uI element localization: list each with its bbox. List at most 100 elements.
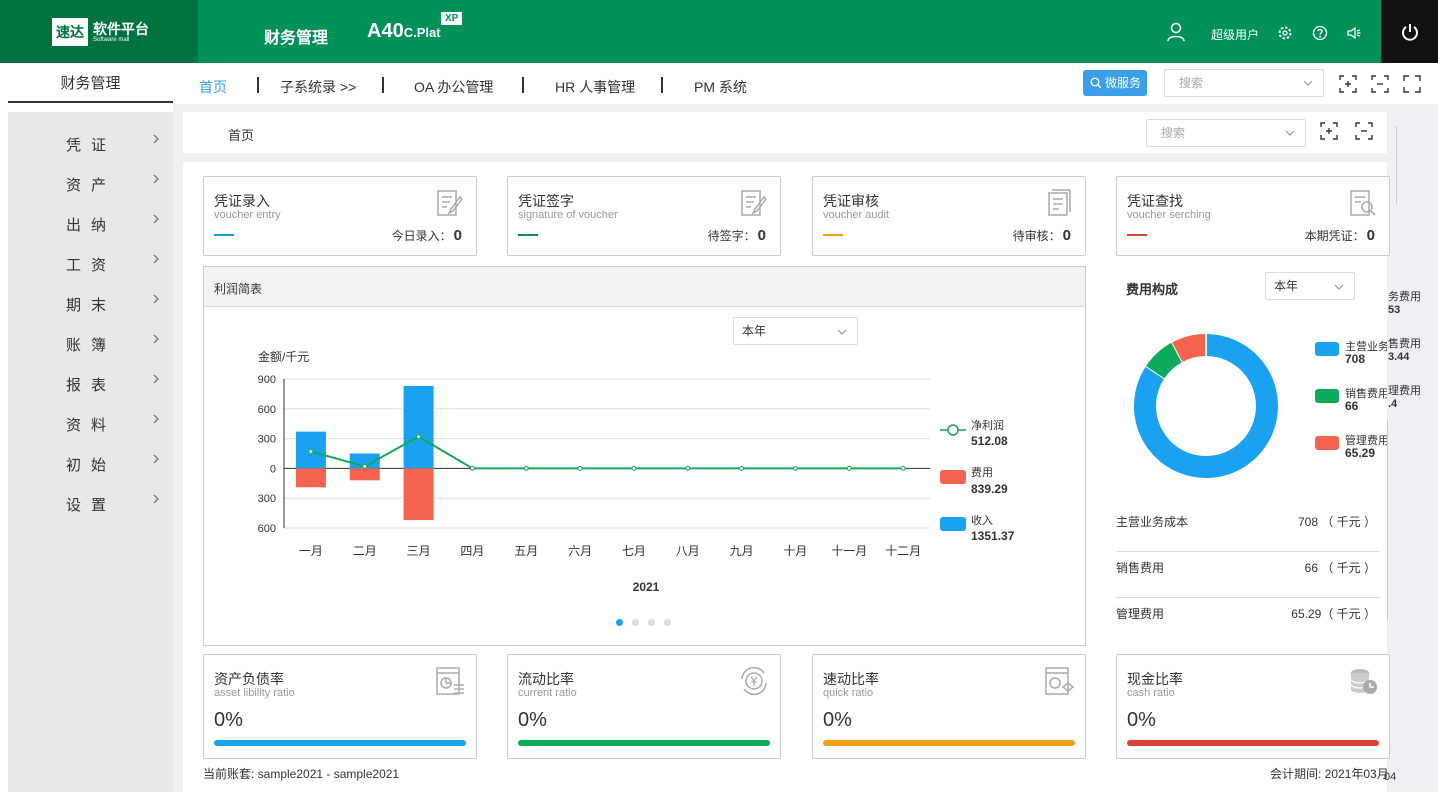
logo[interactable]: 速达 软件平台 Software mall [0,0,198,63]
y-tick-label: 0 [270,463,276,475]
donut-slice[interactable] [1146,342,1183,379]
overflow-text: 理费用 [1388,385,1421,397]
page-search-select[interactable]: 搜索 [1146,119,1306,147]
carousel-dot[interactable] [664,619,671,626]
card-voucher-entry[interactable]: 凭证录入 voucher entry 今日录入： 0 [203,176,477,256]
power-button[interactable] [1381,0,1438,63]
nav-home[interactable]: 首页 [199,77,227,97]
card-asset-liability-ratio[interactable]: 资产负债率 asset libility ratio 0% [203,654,477,759]
sidebar-item-label: 初始 [66,457,117,474]
nav-oa[interactable]: OA 办公管理 [414,77,493,97]
expense-row-value: 65.29（ 千元 ） [1291,607,1376,621]
nav-pm[interactable]: PM 系统 [694,77,747,97]
legend-name: 费用 [971,466,993,479]
zoom-out-icon[interactable] [1355,122,1373,140]
expense-legend-item[interactable]: 销售费用 66 [1315,385,1387,415]
chevron-right-icon [153,214,159,224]
panel-header: 利润简表 [204,267,1085,307]
zoom-in-icon[interactable] [1339,75,1357,93]
sidebar-item-label: 工资 [66,257,117,274]
sidebar-item-label: 资料 [66,417,117,434]
legend-value: 1351.37 [971,529,1015,543]
carousel-dot[interactable] [648,619,655,626]
zoom-in-icon[interactable] [1320,122,1338,140]
sidebar-item-data[interactable]: 资料 [8,400,173,440]
sidebar-item-init[interactable]: 初始 [8,440,173,480]
card-current-ratio[interactable]: 流动比率 current ratio 0% [507,654,781,759]
sidebar-item-salary[interactable]: 工资 [8,240,173,280]
breadcrumb[interactable]: 首页 [228,125,254,144]
expense-legend-item[interactable]: 管理费用 65.29 [1315,432,1387,462]
top-search-select[interactable]: 搜索 [1164,69,1324,97]
ratio-value: 0% [214,709,243,731]
chevron-right-icon [153,414,159,424]
nav-hr[interactable]: HR 人事管理 [555,77,635,97]
x-tick-label: 十月 [783,544,807,558]
sidebar-item-period-end[interactable]: 期末 [8,280,173,320]
zoom-out-icon[interactable] [1371,75,1389,93]
brand-main: A40 [367,20,404,42]
card-cash-ratio[interactable]: 现金比率 cash ratio 0% [1116,654,1390,759]
sidebar-item-cashier[interactable]: 出纳 [8,200,173,240]
expense-row-name: 管理费用 [1116,607,1165,621]
card-count-value: 0 [1366,227,1375,244]
card-title: 凭证签字 [518,193,574,209]
card-count-value: 0 [453,227,462,244]
user-icon[interactable] [1166,22,1186,42]
gear-icon[interactable] [1277,25,1293,41]
donut-slice[interactable] [1172,334,1207,363]
expense-row: 主营业务成本 708 （ 千元 ） [1116,506,1380,552]
overflow-text: 3.44 [1388,351,1410,363]
legend-name: 净利润 [971,418,1004,432]
card-subtitle: signature of voucher [518,209,618,221]
overflow-text: 务费用 [1388,291,1421,303]
user-name[interactable]: 超级用户 [1211,26,1259,43]
app-title: 财务管理 [264,30,329,47]
currency-cycle-icon [741,666,767,696]
expense-legend-item[interactable]: 主营业务 708 [1315,338,1387,368]
bar-expense [295,468,326,488]
ratio-bar [518,740,770,746]
card-count-label: 本期凭证： [1304,229,1365,243]
card-title: 速动比率 [823,671,879,687]
ratio-bar [823,740,1075,746]
x-tick-label: 十二月 [885,544,921,558]
sidebar-item-settings[interactable]: 设置 [8,480,173,520]
chevron-down-icon [837,329,847,335]
card-voucher-search[interactable]: 凭证查找 voucher serching 本期凭证： 0 [1116,176,1390,256]
ratio-bar [214,740,466,746]
chevron-down-icon [1285,130,1295,136]
card-count: 今日录入： 0 [392,227,462,244]
card-voucher-audit[interactable]: 凭证审核 voucher audit 待审核： 0 [812,176,1086,256]
overflow-text: .4 [1388,398,1398,410]
carousel-dot[interactable] [632,619,639,626]
expense-period-value: 本年 [1274,279,1299,293]
card-title: 资产负债率 [214,671,284,687]
expense-title: 费用构成 [1126,282,1179,297]
nav-separator [661,77,663,93]
sidebar-item-reports[interactable]: 报表 [8,360,173,400]
x-tick-label: 十一月 [831,544,867,558]
sidebar-item-assets[interactable]: 资产 [8,160,173,200]
card-accent [518,234,538,236]
micro-service-button[interactable]: 微服务 [1083,70,1147,96]
chevron-right-icon [153,174,159,184]
legend-value: 65.29 [1345,446,1376,460]
sidebar-item-ledger[interactable]: 账簿 [8,320,173,360]
legend-marker [947,424,959,436]
card-quick-ratio[interactable]: 速动比率 quick ratio 0% [812,654,1086,759]
page-search-placeholder: 搜索 [1161,126,1186,140]
card-subtitle: cash ratio [1127,687,1175,699]
card-count: 本期凭证： 0 [1305,227,1375,244]
help-icon[interactable] [1312,25,1328,41]
nav-subsystems[interactable]: 子系统录 >> [280,77,356,97]
fullscreen-icon[interactable] [1403,75,1421,93]
speaker-icon[interactable] [1346,25,1362,41]
card-count-value: 0 [1062,227,1071,244]
sidebar-item-voucher[interactable]: 凭证 [8,120,173,160]
card-voucher-signature[interactable]: 凭证签字 signature of voucher 待签字： 0 [507,176,781,256]
carousel-dot-active[interactable] [616,619,623,626]
card-count-label: 今日录入： [391,229,452,243]
chevron-right-icon [153,374,159,384]
expense-period-select[interactable]: 本年 [1265,272,1355,300]
